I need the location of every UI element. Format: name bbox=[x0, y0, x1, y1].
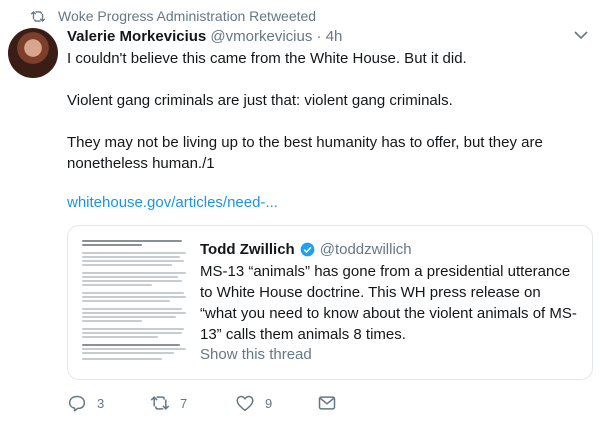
retweet-icon bbox=[150, 396, 170, 410]
like-icon bbox=[236, 395, 254, 412]
press-release-thumbnail bbox=[78, 234, 190, 364]
tweet-paragraph: They may not be living up to the best hu… bbox=[67, 134, 543, 172]
author-name[interactable]: Valerie Morkevicius bbox=[67, 28, 206, 45]
chevron-down-icon[interactable] bbox=[574, 30, 588, 40]
like-button[interactable]: 9 bbox=[235, 393, 272, 413]
retweet-banner: Woke Progress Administration Retweeted bbox=[30, 7, 316, 25]
quoted-author-handle[interactable]: @toddzwillich bbox=[320, 241, 412, 258]
quoted-text: MS-13 “animals” has gone from a presiden… bbox=[200, 263, 577, 343]
show-thread-link[interactable]: Show this thread bbox=[200, 346, 312, 363]
timestamp[interactable]: 4h bbox=[326, 28, 343, 45]
tweet-paragraph: Violent gang criminals are just that: vi… bbox=[67, 92, 453, 109]
retweet-button[interactable]: 7 bbox=[150, 393, 187, 413]
tweet-header: Valerie Morkevicius @vmorkevicius · 4h bbox=[67, 28, 342, 45]
tweet-paragraph: I couldn't believe this came from the Wh… bbox=[67, 50, 467, 67]
author-handle[interactable]: @vmorkevicius bbox=[210, 28, 312, 45]
separator: · bbox=[316, 28, 322, 45]
quoted-author-name[interactable]: Todd Zwillich bbox=[200, 241, 295, 258]
message-button[interactable] bbox=[317, 393, 337, 413]
reply-button[interactable]: 3 bbox=[67, 393, 104, 413]
quoted-tweet-card[interactable]: Todd Zwillich @toddzwillich MS-13 “anima… bbox=[67, 225, 593, 380]
retweet-banner-text[interactable]: Woke Progress Administration Retweeted bbox=[58, 8, 316, 24]
article-link[interactable]: whitehouse.gov/articles/need-... bbox=[67, 194, 278, 211]
quoted-header: Todd Zwillich @toddzwillich bbox=[200, 241, 412, 258]
reply-icon bbox=[68, 395, 86, 412]
like-count: 9 bbox=[265, 395, 273, 411]
retweet-icon bbox=[30, 10, 46, 22]
reply-count: 3 bbox=[97, 395, 105, 411]
retweet-count: 7 bbox=[180, 395, 188, 411]
avatar[interactable] bbox=[8, 28, 58, 78]
verified-icon bbox=[300, 242, 315, 257]
message-icon bbox=[318, 396, 336, 410]
